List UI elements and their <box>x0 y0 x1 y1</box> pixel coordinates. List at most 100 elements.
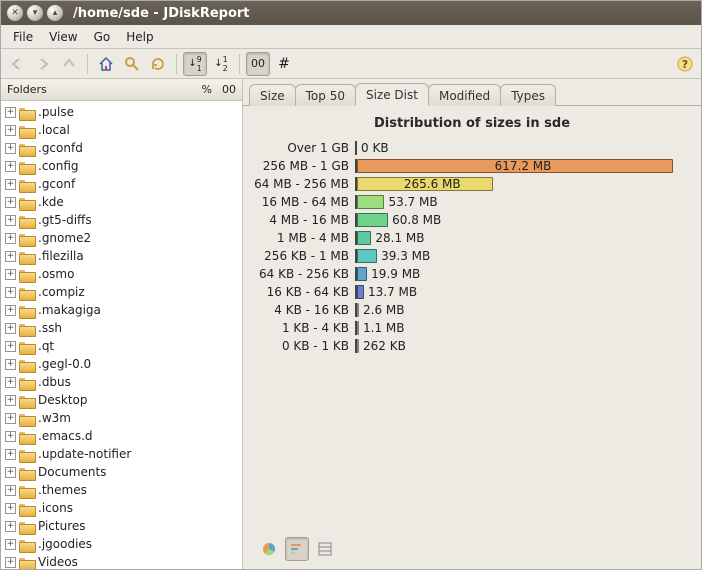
sort-numeric-button[interactable]: ↓91 <box>183 52 207 76</box>
tab-size[interactable]: Size <box>249 84 296 106</box>
tree-row[interactable]: .ssh <box>1 319 242 337</box>
expand-icon[interactable] <box>5 233 16 244</box>
expand-icon[interactable] <box>5 395 16 406</box>
sidebar-header-pct[interactable]: % <box>202 83 212 96</box>
tree-row[interactable]: .local <box>1 121 242 139</box>
tree-row[interactable]: .update-notifier <box>1 445 242 463</box>
folder-icon <box>19 358 35 371</box>
window-minimize-button[interactable]: ▾ <box>27 5 43 21</box>
expand-icon[interactable] <box>5 125 16 136</box>
tree-row[interactable]: .qt <box>1 337 242 355</box>
tree-row[interactable]: .gconfd <box>1 139 242 157</box>
tree-row[interactable]: .makagiga <box>1 301 242 319</box>
expand-icon[interactable] <box>5 269 16 280</box>
tab-top-50[interactable]: Top 50 <box>295 84 356 106</box>
tree-row[interactable]: .gt5-diffs <box>1 211 242 229</box>
tree-row[interactable]: .icons <box>1 499 242 517</box>
tree-row[interactable]: .osmo <box>1 265 242 283</box>
tree-row[interactable]: .filezilla <box>1 247 242 265</box>
expand-icon[interactable] <box>5 143 16 154</box>
expand-icon[interactable] <box>5 287 16 298</box>
bar-track: 2.6 MB <box>355 303 691 317</box>
expand-icon[interactable] <box>5 215 16 226</box>
tree-row[interactable]: .kde <box>1 193 242 211</box>
bar-value-label: 28.1 MB <box>375 231 424 245</box>
tree-row[interactable]: .config <box>1 157 242 175</box>
tree-row[interactable]: .themes <box>1 481 242 499</box>
tree-row[interactable]: .emacs.d <box>1 427 242 445</box>
menu-file[interactable]: File <box>5 27 41 47</box>
expand-icon[interactable] <box>5 251 16 262</box>
nav-back-button[interactable] <box>5 52 29 76</box>
expand-icon[interactable] <box>5 305 16 316</box>
expand-icon[interactable] <box>5 107 16 118</box>
window-maximize-button[interactable]: ▴ <box>47 5 63 21</box>
expand-icon[interactable] <box>5 359 16 370</box>
expand-icon[interactable] <box>5 467 16 478</box>
window-close-button[interactable]: ✕ <box>7 5 23 21</box>
nav-forward-button[interactable] <box>31 52 55 76</box>
expand-icon[interactable] <box>5 449 16 460</box>
tree-row[interactable]: Videos <box>1 553 242 569</box>
bar[interactable] <box>357 249 377 263</box>
folder-label: .compiz <box>38 285 85 299</box>
menubar: File View Go Help <box>1 25 701 49</box>
tree-row[interactable]: .compiz <box>1 283 242 301</box>
folder-tree[interactable]: .pulse.local.gconfd.config.gconf.kde.gt5… <box>1 101 242 569</box>
expand-icon[interactable] <box>5 521 16 532</box>
bar[interactable] <box>357 321 359 335</box>
chart-view-switcher <box>253 535 691 563</box>
bar[interactable] <box>357 267 367 281</box>
bar[interactable] <box>357 303 359 317</box>
list-icon[interactable] <box>313 537 337 561</box>
refresh-button[interactable] <box>146 52 170 76</box>
tree-row[interactable]: .gnome2 <box>1 229 242 247</box>
tree-row[interactable]: Documents <box>1 463 242 481</box>
menu-help[interactable]: Help <box>118 27 161 47</box>
tree-row[interactable]: .gegl-0.0 <box>1 355 242 373</box>
expand-icon[interactable] <box>5 197 16 208</box>
bar[interactable] <box>357 231 371 245</box>
view-hash-button[interactable]: # <box>272 52 296 76</box>
bars-icon[interactable] <box>285 537 309 561</box>
expand-icon[interactable] <box>5 503 16 514</box>
sidebar-header-num[interactable]: 00 <box>222 83 236 96</box>
bar-value-label: 13.7 MB <box>368 285 417 299</box>
tree-row[interactable]: .gconf <box>1 175 242 193</box>
expand-icon[interactable] <box>5 557 16 568</box>
bar[interactable] <box>357 195 384 209</box>
menu-view[interactable]: View <box>41 27 85 47</box>
expand-icon[interactable] <box>5 341 16 352</box>
expand-icon[interactable] <box>5 323 16 334</box>
nav-up-button[interactable] <box>57 52 81 76</box>
bar[interactable] <box>357 285 364 299</box>
tree-row[interactable]: Desktop <box>1 391 242 409</box>
expand-icon[interactable] <box>5 413 16 424</box>
tree-row[interactable]: Pictures <box>1 517 242 535</box>
bar-category-label: 4 KB - 16 KB <box>253 303 355 317</box>
toolbar-separator <box>176 54 177 74</box>
sort-alpha-button[interactable]: ↓12 <box>209 52 233 76</box>
menu-go[interactable]: Go <box>86 27 119 47</box>
tree-row[interactable]: .dbus <box>1 373 242 391</box>
expand-icon[interactable] <box>5 485 16 496</box>
expand-icon[interactable] <box>5 161 16 172</box>
bar[interactable] <box>357 213 388 227</box>
expand-icon[interactable] <box>5 377 16 388</box>
tree-row[interactable]: .pulse <box>1 103 242 121</box>
bar[interactable] <box>357 339 359 353</box>
tab-size-dist[interactable]: Size Dist <box>355 83 429 106</box>
expand-icon[interactable] <box>5 539 16 550</box>
help-button[interactable]: ? <box>673 52 697 76</box>
tree-row[interactable]: .jgoodies <box>1 535 242 553</box>
sidebar-header: Folders % 00 <box>1 79 242 101</box>
tab-modified[interactable]: Modified <box>428 84 501 106</box>
expand-icon[interactable] <box>5 431 16 442</box>
pie-icon[interactable] <box>257 537 281 561</box>
view-00-button[interactable]: 00 <box>246 52 270 76</box>
home-button[interactable] <box>94 52 118 76</box>
tree-row[interactable]: .w3m <box>1 409 242 427</box>
search-button[interactable] <box>120 52 144 76</box>
expand-icon[interactable] <box>5 179 16 190</box>
tab-types[interactable]: Types <box>500 84 556 106</box>
